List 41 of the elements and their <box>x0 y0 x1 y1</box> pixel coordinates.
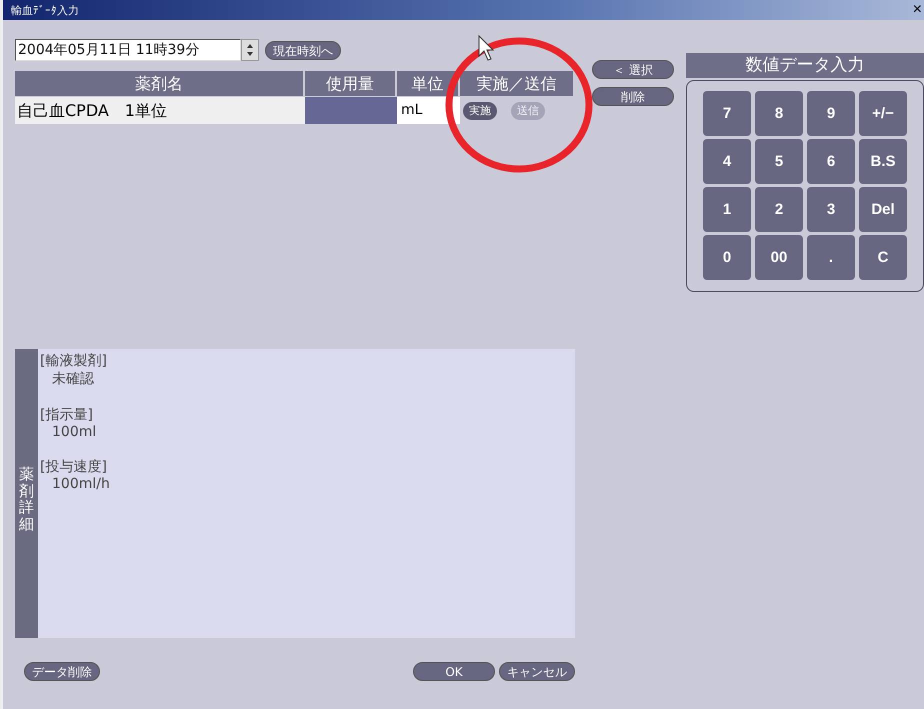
keypad-key[interactable]: 3 <box>807 187 855 232</box>
detail-value: 100ml/h <box>51 476 110 492</box>
mouse-cursor-icon <box>478 34 494 61</box>
keypad-key[interactable]: . <box>807 235 855 280</box>
column-header: 薬剤名 <box>15 71 305 96</box>
keypad-key[interactable]: 6 <box>807 139 855 184</box>
now-button[interactable]: 現在時刻へ <box>265 40 341 60</box>
window-title: 輸血ﾃﾞｰﾀ入力 <box>11 2 79 18</box>
keypad-key[interactable]: 2 <box>755 187 803 232</box>
spin-buttons[interactable] <box>241 39 259 61</box>
keypad-title: 数値データ入力 <box>686 53 924 78</box>
keypad-key[interactable]: Del <box>859 187 907 232</box>
dialog-button[interactable]: キャンセル <box>499 662 575 681</box>
column-header: 実施／送信 <box>460 71 575 96</box>
detail-heading: [投与速度] <box>40 458 108 476</box>
table-cell: 自己血CPDA 1単位 <box>15 97 305 124</box>
keypad-key[interactable]: 5 <box>755 139 803 184</box>
detail-heading: [指示量] <box>40 406 94 424</box>
delete-data-button[interactable]: データ削除 <box>24 662 100 681</box>
keypad-key[interactable]: 9 <box>807 91 855 136</box>
detail-heading: [輸液製剤] <box>40 352 108 370</box>
close-button[interactable]: × <box>910 1 924 19</box>
keypad-key[interactable]: B.S <box>859 139 907 184</box>
action-button[interactable]: 実施 <box>463 102 497 120</box>
detail-value: 100ml <box>51 424 98 440</box>
keypad-key[interactable]: C <box>859 235 907 280</box>
keypad-key[interactable]: +/− <box>859 91 907 136</box>
side-button[interactable]: ＜ 選択 <box>592 60 674 79</box>
side-button[interactable]: 削除 <box>592 87 674 106</box>
amount-field[interactable] <box>305 97 397 124</box>
detail-value: 未確認 <box>51 370 95 388</box>
keypad-key[interactable]: 1 <box>703 187 751 232</box>
column-header: 使用量 <box>305 71 397 96</box>
detail-label: 薬剤詳細 <box>19 466 34 532</box>
dialog-button[interactable]: OK <box>413 662 495 681</box>
keypad-key[interactable]: 0 <box>703 235 751 280</box>
keypad-key[interactable]: 4 <box>703 139 751 184</box>
keypad-key[interactable]: 00 <box>755 235 803 280</box>
keypad-key[interactable]: 8 <box>755 91 803 136</box>
date-time-field[interactable]: 2004年05月11日 11時39分 <box>15 39 241 61</box>
keypad-key[interactable]: 7 <box>703 91 751 136</box>
